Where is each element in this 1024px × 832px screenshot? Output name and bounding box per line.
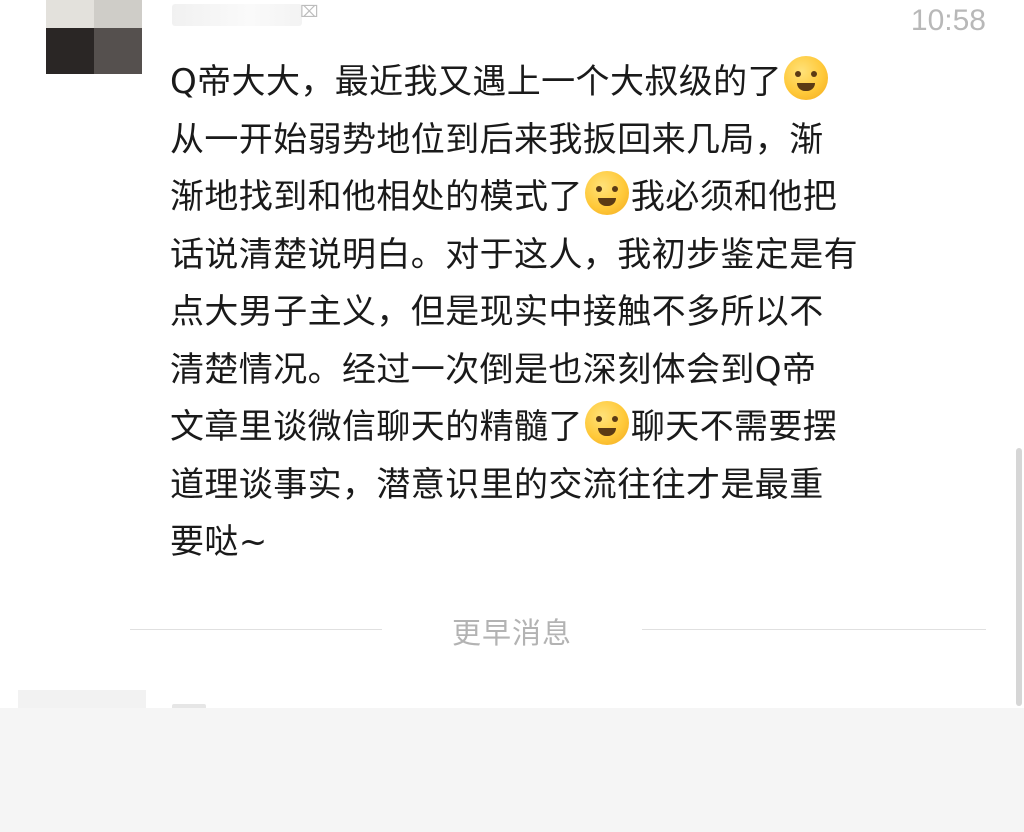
sender-avatar[interactable]: [46, 0, 142, 74]
chat-screen: ⌧ 10:58 Q帝大大，最近我又遇上一个大叔级的了 从一开始弱势地位到后来我扳…: [0, 0, 1024, 832]
hug-emoji-icon: [584, 171, 629, 215]
message-text[interactable]: Q帝大大，最近我又遇上一个大叔级的了 从一开始弱势地位到后来我扳回来几局，渐 渐…: [170, 54, 990, 572]
message-line: 渐地找到和他相处的模式了 我必须和他把: [170, 169, 990, 227]
avatar-segment: [46, 28, 94, 74]
divider-line: [130, 629, 382, 630]
message-line: 从一开始弱势地位到后来我扳回来几局，渐: [170, 112, 990, 170]
message-line: 话说清楚说明白。对于这人，我初步鉴定是有: [170, 227, 990, 285]
message-line: 点大男子主义，但是现实中接触不多所以不: [170, 284, 990, 342]
text-segment: 我必须和他把: [630, 177, 838, 217]
avatar-segment: [46, 0, 94, 28]
text-segment: 文章里谈微信聊天的精髓了: [170, 407, 583, 447]
divider-line: [642, 629, 986, 630]
message-line: 道理谈事实，潜意识里的交流往往才是最重: [170, 457, 990, 515]
message-line: 清楚情况。经过一次倒是也深刻体会到Q帝: [170, 342, 990, 400]
text-segment: 道理谈事实，潜意识里的交流往往才是最重: [170, 464, 824, 505]
earlier-messages-divider[interactable]: 更早消息: [130, 606, 986, 652]
text-segment: Q帝大大，最近我又遇上一个大叔级的了: [170, 62, 782, 102]
avatar-segment: [94, 0, 142, 28]
message-timestamp: 10:58: [910, 4, 986, 37]
avatar-segment: [94, 28, 142, 74]
message-line: 文章里谈微信聊天的精髓了 聊天不需要摆: [170, 399, 990, 457]
text-segment: 从一开始弱势地位到后来我扳回来几局，渐: [170, 119, 824, 160]
text-segment: 要哒~: [170, 522, 268, 562]
smirk-emoji-icon: [584, 401, 629, 445]
name-mark-icon: ⌧: [300, 2, 319, 21]
text-segment: 聊天不需要摆: [630, 407, 838, 447]
message-line: 要哒~: [170, 514, 990, 572]
cry-laugh-emoji-icon: [783, 56, 828, 100]
text-segment: 渐地找到和他相处的模式了: [170, 177, 583, 217]
sender-name-redacted: [172, 4, 302, 26]
text-segment: 点大男子主义，但是现实中接触不多所以不: [170, 292, 824, 332]
divider-label: 更早消息: [452, 616, 573, 650]
text-segment: 清楚情况。经过一次倒是也深刻体会到Q帝: [170, 349, 817, 390]
scrollbar[interactable]: [1016, 448, 1022, 706]
input-area[interactable]: [0, 708, 1024, 832]
message-line: Q帝大大，最近我又遇上一个大叔级的了: [170, 54, 990, 112]
text-segment: 话说清楚说明白。对于这人，我初步鉴定是有: [170, 234, 858, 275]
